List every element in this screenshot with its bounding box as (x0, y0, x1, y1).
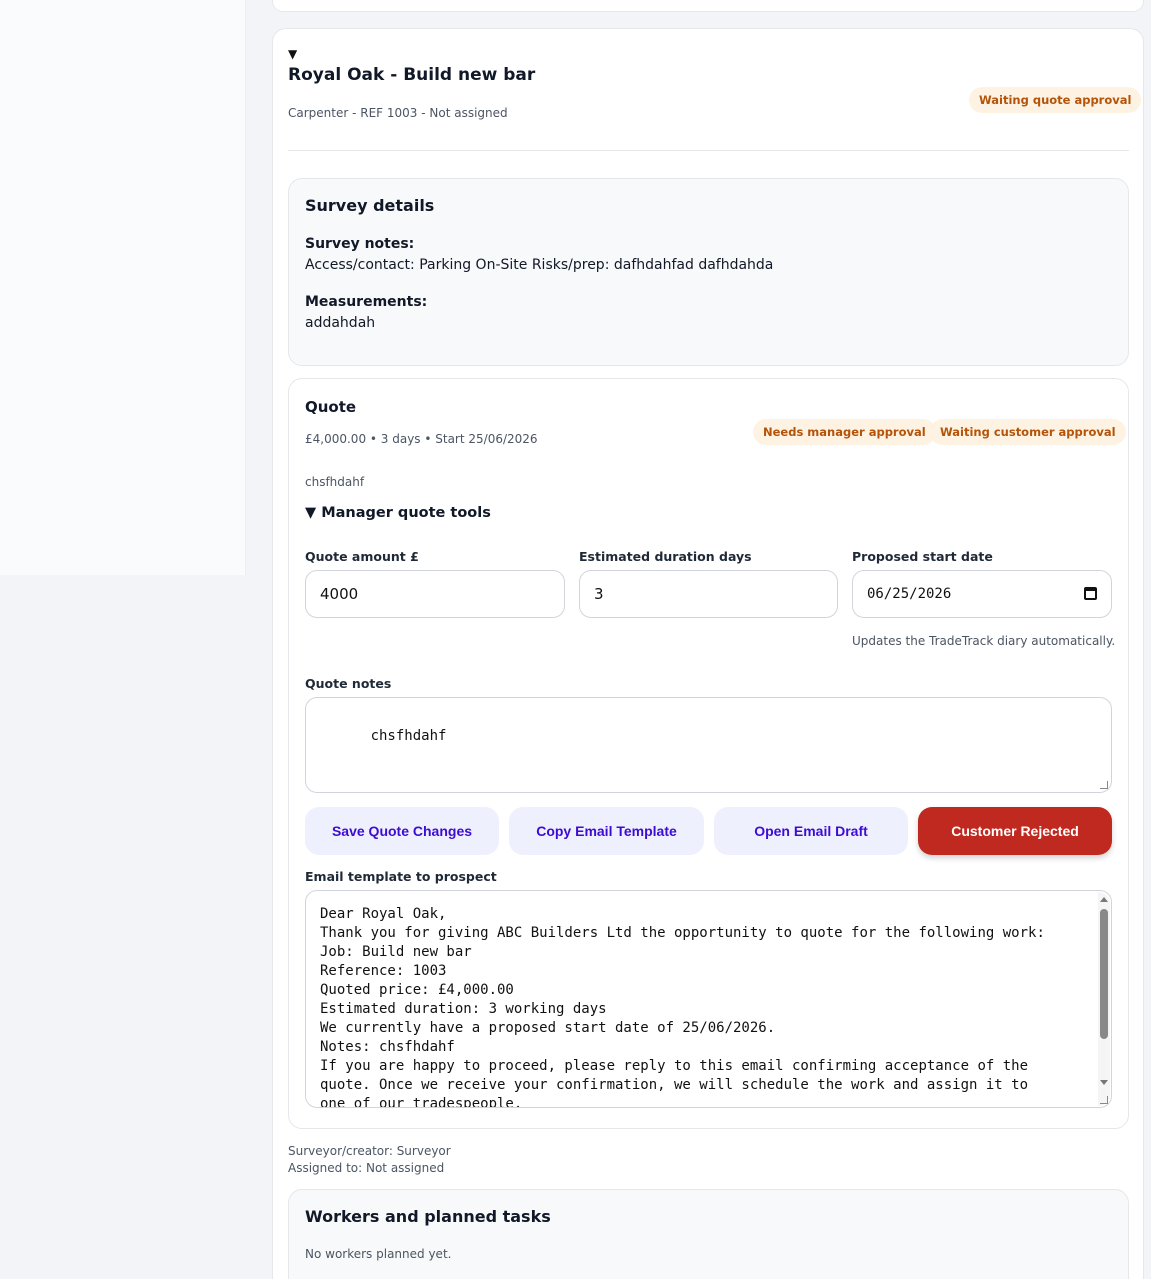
workers-panel: Workers and planned tasks No workers pla… (288, 1189, 1129, 1279)
quote-heading: Quote (305, 398, 357, 416)
measurements-value: addahdah (305, 315, 376, 331)
email-line: If you are happy to proceed, please repl… (320, 1058, 1029, 1074)
duration-label: Estimated duration days (579, 549, 752, 564)
manager-approval-badge: Needs manager approval (753, 419, 936, 445)
quote-summary: £4,000.00 • 3 days • Start 25/06/2026 (305, 432, 538, 446)
quote-panel: Quote £4,000.00 • 3 days • Start 25/06/2… (288, 378, 1129, 1129)
start-date-label: Proposed start date (852, 549, 993, 564)
email-template-label: Email template to prospect (305, 869, 497, 884)
status-badge: Waiting quote approval (969, 87, 1142, 113)
quote-notes-textarea[interactable]: chsfhdahf (305, 697, 1112, 793)
save-quote-button[interactable]: Save Quote Changes (305, 807, 499, 855)
survey-notes-value: Access/contact: Parking On-Site Risks/pr… (305, 257, 774, 273)
survey-notes-label: Survey notes: (305, 236, 415, 252)
customer-approval-badge: Waiting customer approval (930, 419, 1126, 445)
job-card: ▼ Royal Oak - Build new bar Carpenter - … (272, 28, 1144, 1279)
email-line: one of our tradespeople. (320, 1096, 523, 1108)
previous-job-card (272, 0, 1144, 12)
workers-heading: Workers and planned tasks (305, 1207, 551, 1226)
email-line: Dear Royal Oak, (320, 906, 447, 922)
email-template-textarea[interactable]: Dear Royal Oak, Thank you for giving ABC … (305, 890, 1112, 1108)
surveyor-text: Surveyor/creator: Surveyor (288, 1144, 451, 1158)
customer-rejected-button[interactable]: Customer Rejected (918, 807, 1112, 855)
email-line: Estimated duration: 3 working days (320, 1001, 607, 1017)
job-subtitle: Carpenter - REF 1003 - Not assigned (288, 106, 508, 120)
workers-empty-text: No workers planned yet. (305, 1247, 452, 1261)
resize-grip-icon[interactable] (1100, 781, 1108, 789)
quote-amount-label: Quote amount £ (305, 549, 419, 564)
quote-notes-label: Quote notes (305, 676, 392, 691)
divider (288, 150, 1129, 151)
job-title: Royal Oak - Build new bar (288, 65, 536, 85)
measurements-label: Measurements: (305, 294, 428, 310)
copy-email-template-button[interactable]: Copy Email Template (509, 807, 704, 855)
scroll-up-icon[interactable] (1100, 897, 1108, 902)
start-date-value: 06/25/2026 (867, 586, 952, 602)
quote-amount-input[interactable]: 4000 (305, 570, 565, 618)
quote-notes-value: chsfhdahf (370, 728, 447, 744)
email-line: We currently have a proposed start date … (320, 1020, 776, 1036)
email-line: Thank you for giving ABC Builders Ltd th… (320, 925, 1045, 941)
email-line: Quoted price: £4,000.00 (320, 982, 514, 998)
scroll-down-icon[interactable] (1100, 1080, 1108, 1085)
survey-panel: Survey details Survey notes: Access/cont… (288, 178, 1129, 366)
email-line: Job: Build new bar (320, 944, 472, 960)
resize-grip-icon[interactable] (1100, 1096, 1108, 1104)
diary-hint: Updates the TradeTrack diary automatical… (852, 634, 1116, 648)
collapse-caret-icon[interactable]: ▼ (288, 47, 297, 61)
email-template-text: Dear Royal Oak, Thank you for giving ABC … (320, 905, 1100, 1108)
start-date-input[interactable]: 06/25/2026 (852, 570, 1112, 618)
calendar-icon[interactable] (1084, 587, 1097, 600)
duration-input[interactable]: 3 (579, 570, 838, 618)
survey-heading: Survey details (305, 196, 435, 215)
open-email-draft-button[interactable]: Open Email Draft (714, 807, 908, 855)
assigned-text: Assigned to: Not assigned (288, 1161, 445, 1175)
email-line: Notes: chsfhdahf (320, 1039, 455, 1055)
email-line: Reference: 1003 (320, 963, 447, 979)
sidebar (0, 0, 246, 575)
manager-tools-toggle[interactable]: ▼ Manager quote tools (305, 505, 491, 521)
quote-note-preview: chsfhdahf (305, 475, 365, 489)
email-line: quote. Once we receive your confirmation… (320, 1077, 1029, 1093)
scrollbar-thumb[interactable] (1100, 909, 1108, 1039)
